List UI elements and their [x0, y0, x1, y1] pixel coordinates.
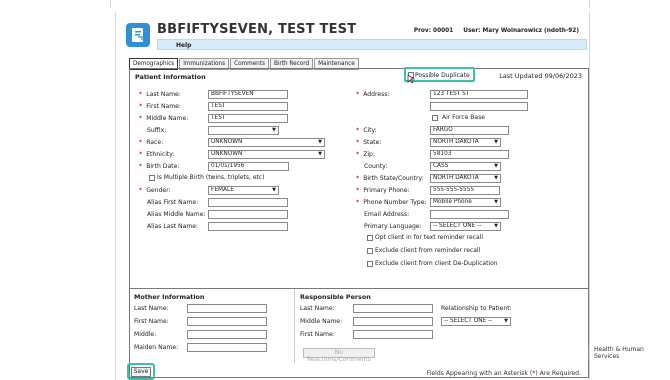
multiple-birth-checkbox[interactable] — [149, 175, 155, 181]
gender-label: * Gender: — [139, 187, 171, 194]
last-updated-text: Last Updated 09/06/2023 — [499, 72, 582, 80]
air-force-base-checkbox[interactable] — [432, 115, 438, 121]
exclude-reminder-checkbox[interactable] — [367, 248, 373, 254]
mother-first-name-label: First Name: — [134, 318, 169, 325]
zip-input[interactable]: 58103 — [430, 150, 509, 159]
responsible-person-title: Responsible Person — [300, 293, 371, 301]
multiple-birth-label: Is Multiple Birth (twins, triplets, etc) — [157, 174, 265, 181]
mother-middle-input[interactable] — [187, 330, 267, 339]
air-force-base-label: Air Force Base — [442, 114, 485, 121]
mother-maiden-name-label: Maiden Name: — [134, 344, 179, 351]
middle-name-label: * Middle Name: — [139, 115, 189, 122]
responsible-middle-name-input[interactable] — [353, 317, 433, 326]
mother-information-title: Mother Information — [134, 293, 205, 301]
address-line-2-input[interactable] — [430, 102, 528, 111]
responsible-first-name-input[interactable] — [353, 330, 433, 339]
email-label: Email Address: — [364, 211, 410, 218]
document-icon — [126, 23, 150, 47]
relationship-label: Relationship to Patient: — [441, 305, 512, 312]
last-name-label: * Last Name: — [139, 91, 181, 98]
mother-middle-label: Middle: — [134, 331, 157, 338]
primary-language-select[interactable]: -- SELECT ONE -- — [430, 222, 501, 231]
first-name-input[interactable]: TEST — [208, 102, 288, 111]
county-select[interactable]: CASS — [430, 162, 501, 171]
race-label: * Race: — [139, 139, 164, 146]
county-label: County: — [364, 163, 388, 170]
ethnicity-select[interactable]: UNKNOWN — [208, 150, 325, 159]
zip-label: * Zip: — [356, 151, 375, 158]
alias-middle-input[interactable] — [208, 210, 288, 219]
last-name-input[interactable]: BBFIFTYSEVEN — [208, 90, 288, 99]
responsible-last-name-label: Last Name: — [300, 305, 335, 312]
exclude-reminder-label: Exclude client from reminder recall — [375, 247, 481, 254]
suffix-label: Suffix: — [147, 127, 167, 134]
address-label: * Address: — [356, 91, 390, 98]
birth-date-input[interactable]: 01/01/1956 — [208, 162, 289, 171]
mother-last-name-label: Last Name: — [134, 305, 169, 312]
race-select[interactable]: UNKNOWN — [208, 138, 325, 147]
user-label: User: Mary Woinarowicz (ndoth-92) — [463, 28, 579, 34]
address-line-1-input[interactable]: 123 TEST ST — [430, 90, 528, 99]
patient-name-title: BBFIFTYSEVEN, TEST TEST — [157, 22, 357, 37]
gender-select[interactable]: FEMALE — [208, 186, 279, 195]
state-select[interactable]: NORTH DAKOTA — [430, 138, 501, 147]
responsible-first-name-label: First Name: — [300, 331, 335, 338]
health-human-services-brand: Health & Human Services — [588, 346, 670, 360]
primary-phone-input[interactable]: 555-555-5555 — [430, 186, 500, 195]
state-label: * State: — [356, 139, 382, 146]
menu-bar: Help — [157, 39, 587, 50]
mother-first-name-input[interactable] — [187, 317, 267, 326]
mother-last-name-input[interactable] — [187, 304, 267, 313]
mother-maiden-name-input[interactable] — [187, 343, 267, 352]
phone-type-select[interactable]: Mobile Phone — [430, 198, 501, 207]
alias-first-label: Alias First Name: — [147, 199, 199, 206]
ethnicity-label: * Ethnicity: — [139, 151, 175, 158]
city-label: * City: — [356, 127, 377, 134]
pointer-cursor-icon — [407, 74, 415, 84]
patient-information-title: Patient Information — [135, 73, 206, 81]
screen: BBFIFTYSEVEN, TEST TEST Prov: 00001 User… — [0, 0, 670, 380]
relationship-select[interactable]: -- SELECT ONE -- — [441, 317, 511, 326]
primary-phone-label: * Primary Phone: — [356, 187, 410, 194]
opt-text-reminder-checkbox[interactable] — [367, 235, 373, 241]
primary-language-label: Primary Language: — [364, 223, 422, 230]
alias-last-label: Alias Last Name: — [147, 223, 199, 230]
app-window: BBFIFTYSEVEN, TEST TEST Prov: 00001 User… — [115, 12, 590, 380]
opt-text-reminder-label: Opt client in for text reminder recall — [375, 234, 484, 241]
birth-state-select[interactable]: NORTH DAKOTA — [430, 174, 501, 183]
help-menu[interactable]: Help — [176, 42, 191, 49]
responsible-person-panel: Responsible Person Last Name: Middle Nam… — [295, 289, 589, 363]
middle-name-input[interactable]: TEST — [208, 114, 288, 123]
phone-type-label: * Phone Number Type: — [356, 199, 427, 206]
alias-first-input[interactable] — [208, 198, 288, 207]
page-edge — [110, 0, 590, 8]
exclude-dedup-label: Exclude client from client De-Duplicatio… — [375, 260, 498, 267]
birth-state-label: * Birth State/Country: — [356, 175, 424, 182]
responsible-middle-name-label: Middle Name: — [300, 318, 343, 325]
exclude-dedup-checkbox[interactable] — [367, 261, 373, 267]
email-input[interactable] — [430, 210, 509, 219]
save-button[interactable]: Save — [131, 367, 151, 377]
first-name-label: * First Name: — [139, 103, 181, 110]
city-input[interactable]: FARGO — [430, 126, 509, 135]
birth-date-label: * Birth Date: — [139, 163, 180, 170]
alias-middle-label: Alias Middle Name: — [147, 211, 206, 218]
no-reactions-comments-button[interactable]: No Reactions/Comments — [303, 348, 375, 363]
provider-user-info: Prov: 00001 User: Mary Woinarowicz (ndot… — [406, 28, 579, 34]
suffix-select[interactable] — [208, 126, 279, 135]
mother-information-panel: Mother Information Last Name: First Name… — [129, 289, 295, 363]
possible-duplicate-label: Possible Duplicate — [415, 71, 470, 79]
responsible-last-name-input[interactable] — [353, 304, 433, 313]
provider-label: Prov: 00001 — [413, 28, 454, 34]
required-fields-note: Fields Appearing with an Asterisk (*) Ar… — [426, 370, 581, 377]
alias-last-input[interactable] — [208, 222, 288, 231]
